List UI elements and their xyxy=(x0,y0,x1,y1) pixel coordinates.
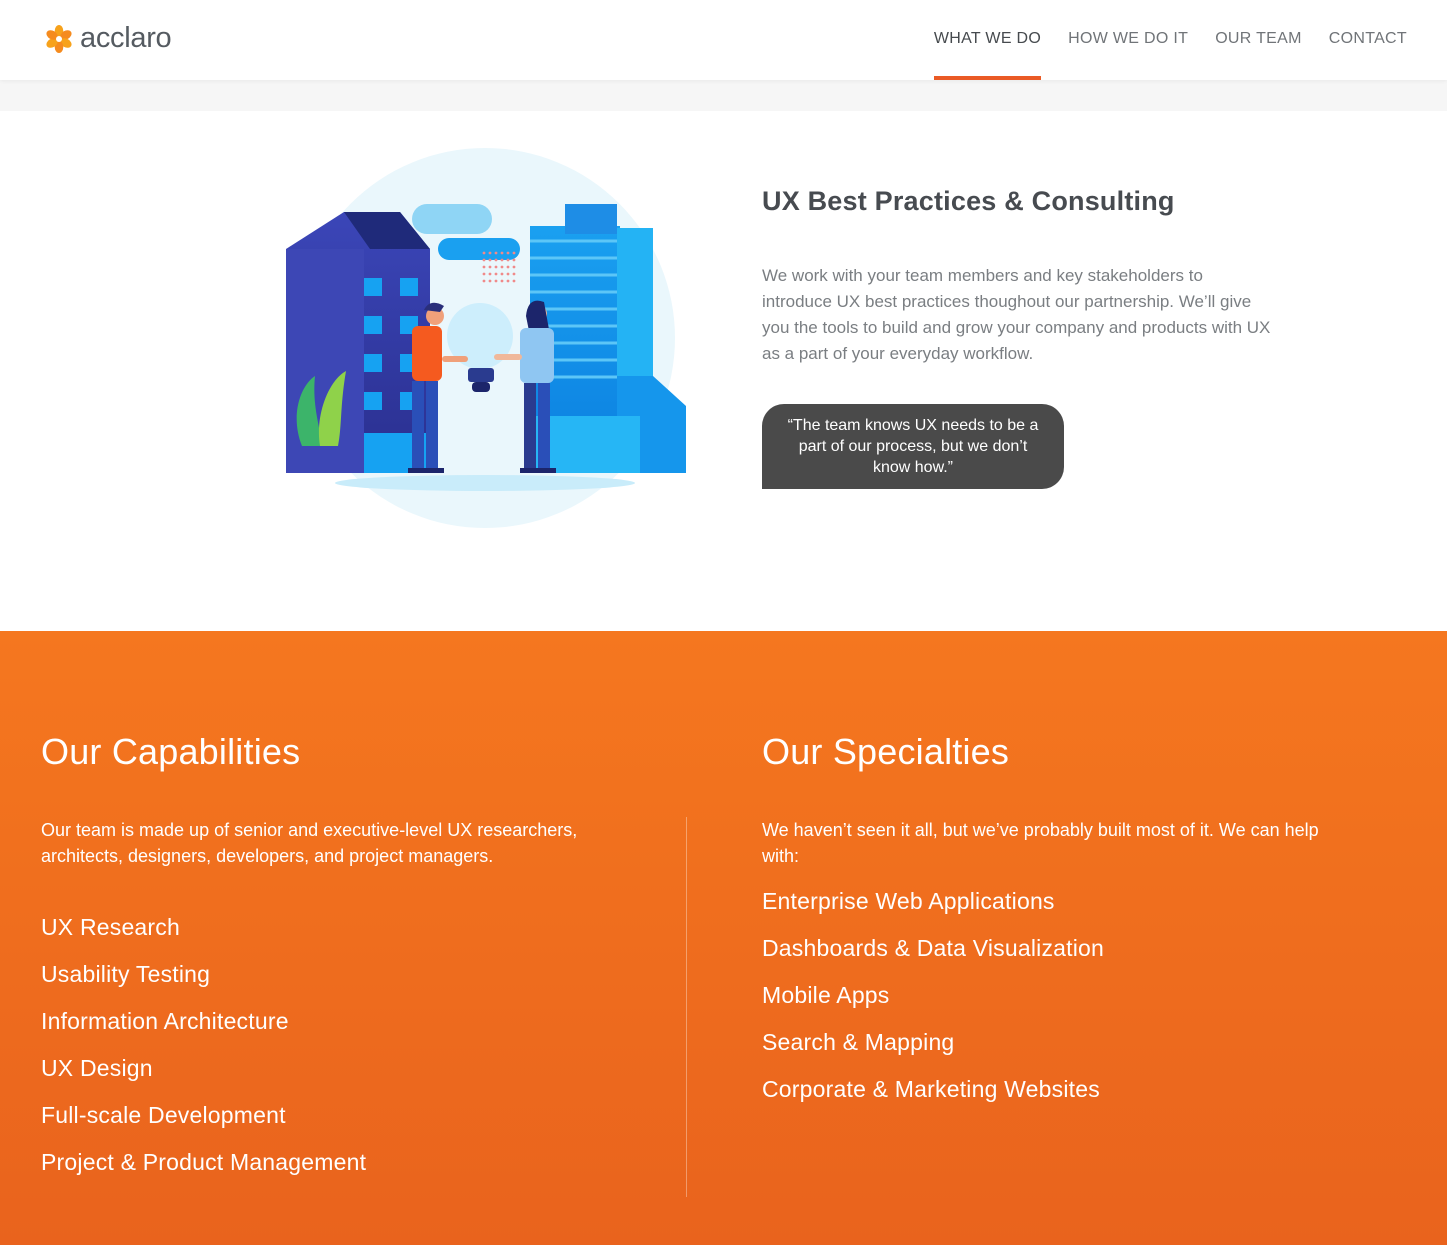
specialty-item: Enterprise Web Applications xyxy=(762,888,1055,914)
nav-item-what-we-do[interactable]: WHAT WE DO xyxy=(933,0,1042,80)
nav-item-contact[interactable]: CONTACT xyxy=(1329,0,1407,80)
nav-item-our-team[interactable]: OUR TEAM xyxy=(1215,0,1302,80)
capabilities-list: UX Research Usability Testing Informatio… xyxy=(41,912,366,1194)
capability-item: Usability Testing xyxy=(41,961,211,987)
hero-description: We work with your team members and key s… xyxy=(762,266,1271,363)
specialties-list: Enterprise Web Applications Dashboards &… xyxy=(762,886,1104,1121)
nav-item-how-we-do-it[interactable]: HOW WE DO IT xyxy=(1068,0,1188,80)
column-divider xyxy=(686,817,687,1197)
specialties-title: Our Specialties xyxy=(762,731,1010,772)
capabilities-specialties-section: Our Capabilities Our team is made up of … xyxy=(0,631,1447,1245)
header-shadow-band xyxy=(0,80,1447,111)
brand-logo[interactable]: acclaro xyxy=(44,22,172,55)
specialty-item: Mobile Apps xyxy=(762,982,890,1008)
specialties-intro: We haven’t seen it all, but we’ve probab… xyxy=(762,820,1319,866)
flower-logo-icon xyxy=(46,24,72,53)
capability-item: Full-scale Development xyxy=(41,1102,286,1128)
brand-name: acclaro xyxy=(80,22,172,54)
specialty-item: Search & Mapping xyxy=(762,1029,955,1055)
capability-item: Information Architecture xyxy=(41,1008,289,1034)
specialty-item: Corporate & Marketing Websites xyxy=(762,1076,1100,1102)
hero-title: UX Best Practices & Consulting xyxy=(762,186,1175,216)
main-nav: WHAT WE DO HOW WE DO IT OUR TEAM CONTACT xyxy=(907,0,1407,80)
capabilities-intro: Our team is made up of senior and execut… xyxy=(41,820,578,866)
capability-item: UX Design xyxy=(41,1055,153,1081)
testimonial-quote-bubble: “The team knows UX needs to be a part of… xyxy=(762,404,1064,489)
business-handshake-lightbulb-illustration xyxy=(286,148,686,528)
specialty-item: Dashboards & Data Visualization xyxy=(762,935,1105,961)
site-header: acclaro WHAT WE DO HOW WE DO IT OUR TEAM… xyxy=(0,0,1447,80)
capability-item: UX Research xyxy=(41,914,180,940)
capabilities-title: Our Capabilities xyxy=(41,731,301,772)
capability-item: Project & Product Management xyxy=(41,1149,367,1175)
